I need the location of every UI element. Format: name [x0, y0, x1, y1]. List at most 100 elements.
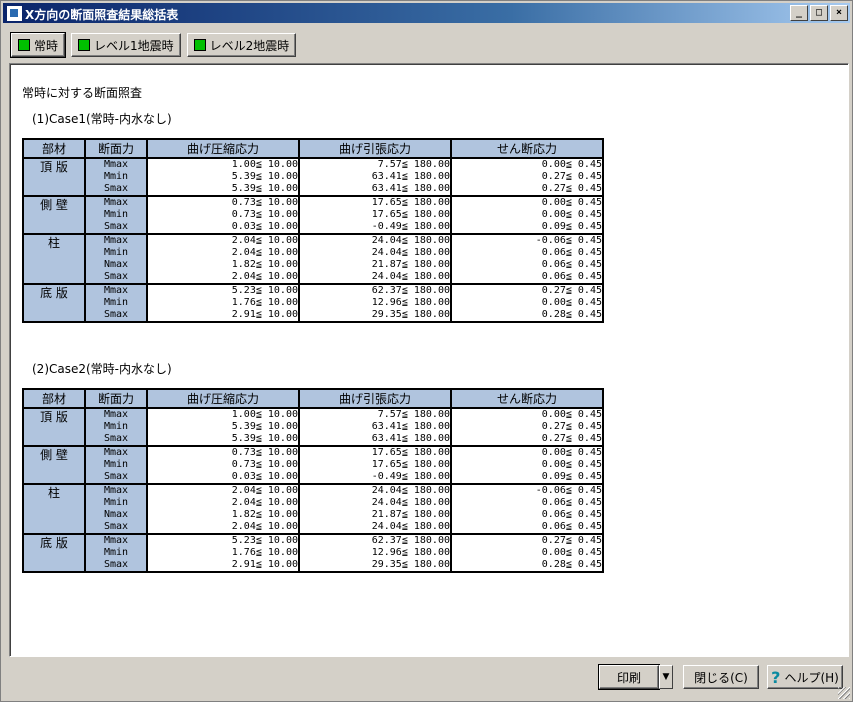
compression-cell-line: 5.23≦ 10.00: [231, 535, 298, 546]
print-dropdown-chevron-down-icon[interactable]: ▼: [659, 665, 673, 689]
mode-button-level2[interactable]: レベル2地震時: [186, 33, 297, 57]
tension-cell: 62.37≦ 180.00 12.96≦ 180.00 29.35≦ 180.00: [298, 283, 452, 323]
shear-cell-line: 0.00≦ 0.45: [541, 209, 602, 220]
maximize-button[interactable]: □: [810, 5, 828, 21]
column-header: 部材: [22, 388, 86, 409]
compression-cell-line: 1.82≦ 10.00: [231, 259, 298, 270]
force-cell: Mmax Mmin Smax: [84, 445, 148, 485]
compression-cell-line: 5.39≦ 10.00: [231, 433, 298, 444]
case-title: (1)Case1(常時-内水なし): [32, 112, 172, 126]
force-cell-line: Smax: [103, 559, 129, 570]
force-cell: Mmax Mmin Nmax Smax: [84, 233, 148, 285]
shear-cell-line: 0.27≦ 0.45: [541, 183, 602, 194]
shear-cell-line: 0.00≦ 0.45: [541, 409, 602, 420]
table-row: 底 版 Mmax Mmin Smax 5.23≦ 10.00 1.76≦ 10.00 2.9…: [22, 283, 604, 323]
tension-cell-line: 29.35≦ 180.00: [371, 559, 450, 570]
compression-cell: 2.04≦ 10.00 2.04≦ 10.00 1.82≦ 10.00 2.04≦ 1…: [146, 233, 300, 285]
compression-cell-line: 0.03≦ 10.00: [231, 221, 298, 232]
force-cell-line: Mmin: [103, 459, 129, 470]
main-window: X方向の断面照査結果総括表 _ □ × 常時 レベル1地震時 レベル2地震時 常…: [0, 0, 853, 702]
shear-cell-line: 0.09≦ 0.45: [541, 221, 602, 232]
tension-cell: 7.57≦ 180.00 63.41≦ 180.00 63.41≦ 180.00: [298, 407, 452, 447]
tension-cell-line: -0.49≦ 180.00: [371, 221, 450, 232]
compression-cell: 1.00≦ 10.00 5.39≦ 10.00 5.39≦ 10.00: [146, 407, 300, 447]
compression-cell-line: 2.04≦ 10.00: [231, 271, 298, 282]
table-row: 頂 版 Mmax Mmin Smax 1.00≦ 10.00 5.39≦ 10.00 5.3…: [22, 407, 604, 447]
tension-cell-line: 12.96≦ 180.00: [371, 547, 450, 558]
compression-cell-line: 5.39≦ 10.00: [231, 171, 298, 182]
table-row: 側 壁 Mmax Mmin Smax 0.73≦ 10.00 0.73≦ 10.00 0.0…: [22, 445, 604, 485]
shear-cell: 0.27≦ 0.45 0.00≦ 0.45 0.28≦ 0.45: [450, 533, 604, 573]
print-button[interactable]: 印刷: [598, 664, 660, 690]
table-row: 頂 版 Mmax Mmin Smax 1.00≦ 10.00 5.39≦ 10.00 5.3…: [22, 157, 604, 197]
app-icon: [6, 5, 23, 22]
table-row: 柱 Mmax Mmin Nmax Smax 2.04≦ 10.00 2.04≦ 10.00 1…: [22, 233, 604, 285]
help-question-icon: ?: [771, 667, 781, 687]
force-cell: Mmax Mmin Smax: [84, 157, 148, 197]
member-cell: 柱: [22, 483, 86, 535]
case-title: (2)Case2(常時-内水なし): [32, 362, 172, 376]
force-cell-line: Smax: [103, 221, 129, 232]
shear-cell-line: 0.06≦ 0.45: [541, 259, 602, 270]
compression-cell-line: 2.04≦ 10.00: [231, 497, 298, 508]
shear-cell-line: 0.27≦ 0.45: [541, 535, 602, 546]
title-bar[interactable]: X方向の断面照査結果総括表 _ □ ×: [3, 3, 850, 23]
shear-cell: 0.00≦ 0.45 0.00≦ 0.45 0.09≦ 0.45: [450, 445, 604, 485]
force-cell-line: Mmin: [103, 421, 129, 432]
shear-cell-line: 0.00≦ 0.45: [541, 547, 602, 558]
close-window-button[interactable]: ×: [830, 5, 848, 21]
tension-cell: 62.37≦ 180.00 12.96≦ 180.00 29.35≦ 180.00: [298, 533, 452, 573]
report-panel[interactable]: 常時に対する断面照査 (1)Case1(常時-内水なし) 部材 断面力 曲げ圧縮応力曲…: [9, 63, 849, 657]
tension-cell-line: 62.37≦ 180.00: [371, 285, 450, 296]
force-cell-line: Smax: [103, 183, 129, 194]
shear-cell-line: 0.27≦ 0.45: [541, 171, 602, 182]
force-cell-line: Mmax: [103, 485, 129, 496]
resize-grip-icon[interactable]: [838, 687, 850, 699]
tension-cell-line: 63.41≦ 180.00: [371, 171, 450, 182]
member-cell: 底 版: [22, 283, 86, 323]
compression-cell-line: 5.39≦ 10.00: [231, 421, 298, 432]
tension-cell-line: 24.04≦ 180.00: [371, 271, 450, 282]
mode-button-normal[interactable]: 常時: [9, 32, 67, 58]
tension-cell-line: 17.65≦ 180.00: [371, 209, 450, 220]
tension-cell-line: 12.96≦ 180.00: [371, 297, 450, 308]
results-table: 部材 断面力 曲げ圧縮応力 曲げ引張応力 せん断応力頂 版 Mmax Mmin Smax 1.0…: [22, 138, 604, 323]
tension-cell: 17.65≦ 180.00 17.65≦ 180.00 -0.49≦ 180.00: [298, 195, 452, 235]
shear-cell-line: 0.28≦ 0.45: [541, 309, 602, 320]
shear-cell-line: -0.06≦ 0.45: [535, 235, 602, 246]
compression-cell-line: 2.04≦ 10.00: [231, 235, 298, 246]
column-header: 曲げ引張応力: [298, 388, 452, 409]
column-header: 曲げ圧縮応力: [146, 388, 300, 409]
tension-cell-line: 24.04≦ 180.00: [371, 235, 450, 246]
compression-cell-line: 1.76≦ 10.00: [231, 297, 298, 308]
footer-bar: 印刷 ▼ 閉じる(C) ? ヘルプ(H): [1, 661, 853, 701]
table-row: 底 版 Mmax Mmin Smax 5.23≦ 10.00 1.76≦ 10.00 2.9…: [22, 533, 604, 573]
compression-cell-line: 2.04≦ 10.00: [231, 485, 298, 496]
close-label: 閉じる(C): [694, 670, 748, 685]
tension-cell-line: 63.41≦ 180.00: [371, 433, 450, 444]
report-heading: 常時に対する断面照査: [22, 86, 143, 100]
force-cell-line: Mmin: [103, 297, 129, 308]
close-button[interactable]: 閉じる(C): [683, 665, 759, 689]
status-led-icon: [193, 39, 206, 51]
tension-cell: 24.04≦ 180.00 24.04≦ 180.00 21.87≦ 180.00 2…: [298, 233, 452, 285]
shear-cell-line: 0.00≦ 0.45: [541, 159, 602, 170]
help-label: ヘルプ(H): [784, 670, 839, 685]
force-cell-line: Nmax: [103, 259, 129, 270]
column-header: 部材: [22, 138, 86, 159]
shear-cell: 0.27≦ 0.45 0.00≦ 0.45 0.28≦ 0.45: [450, 283, 604, 323]
mode-button-level1[interactable]: レベル1地震時: [71, 33, 181, 57]
help-button[interactable]: ? ヘルプ(H): [767, 665, 843, 689]
shear-cell: 0.00≦ 0.45 0.00≦ 0.45 0.09≦ 0.45: [450, 195, 604, 235]
force-cell-line: Mmax: [103, 285, 129, 296]
window-controls: _ □ ×: [788, 5, 848, 21]
column-header: 断面力: [84, 138, 148, 159]
shear-cell-line: -0.06≦ 0.45: [535, 485, 602, 496]
tension-cell-line: 24.04≦ 180.00: [371, 497, 450, 508]
minimize-button[interactable]: _: [790, 5, 808, 21]
force-cell-line: Mmax: [103, 447, 129, 458]
tension-cell-line: 24.04≦ 180.00: [371, 485, 450, 496]
shear-cell: 0.00≦ 0.45 0.27≦ 0.45 0.27≦ 0.45: [450, 157, 604, 197]
shear-cell-line: 0.06≦ 0.45: [541, 247, 602, 258]
shear-cell-line: 0.28≦ 0.45: [541, 559, 602, 570]
